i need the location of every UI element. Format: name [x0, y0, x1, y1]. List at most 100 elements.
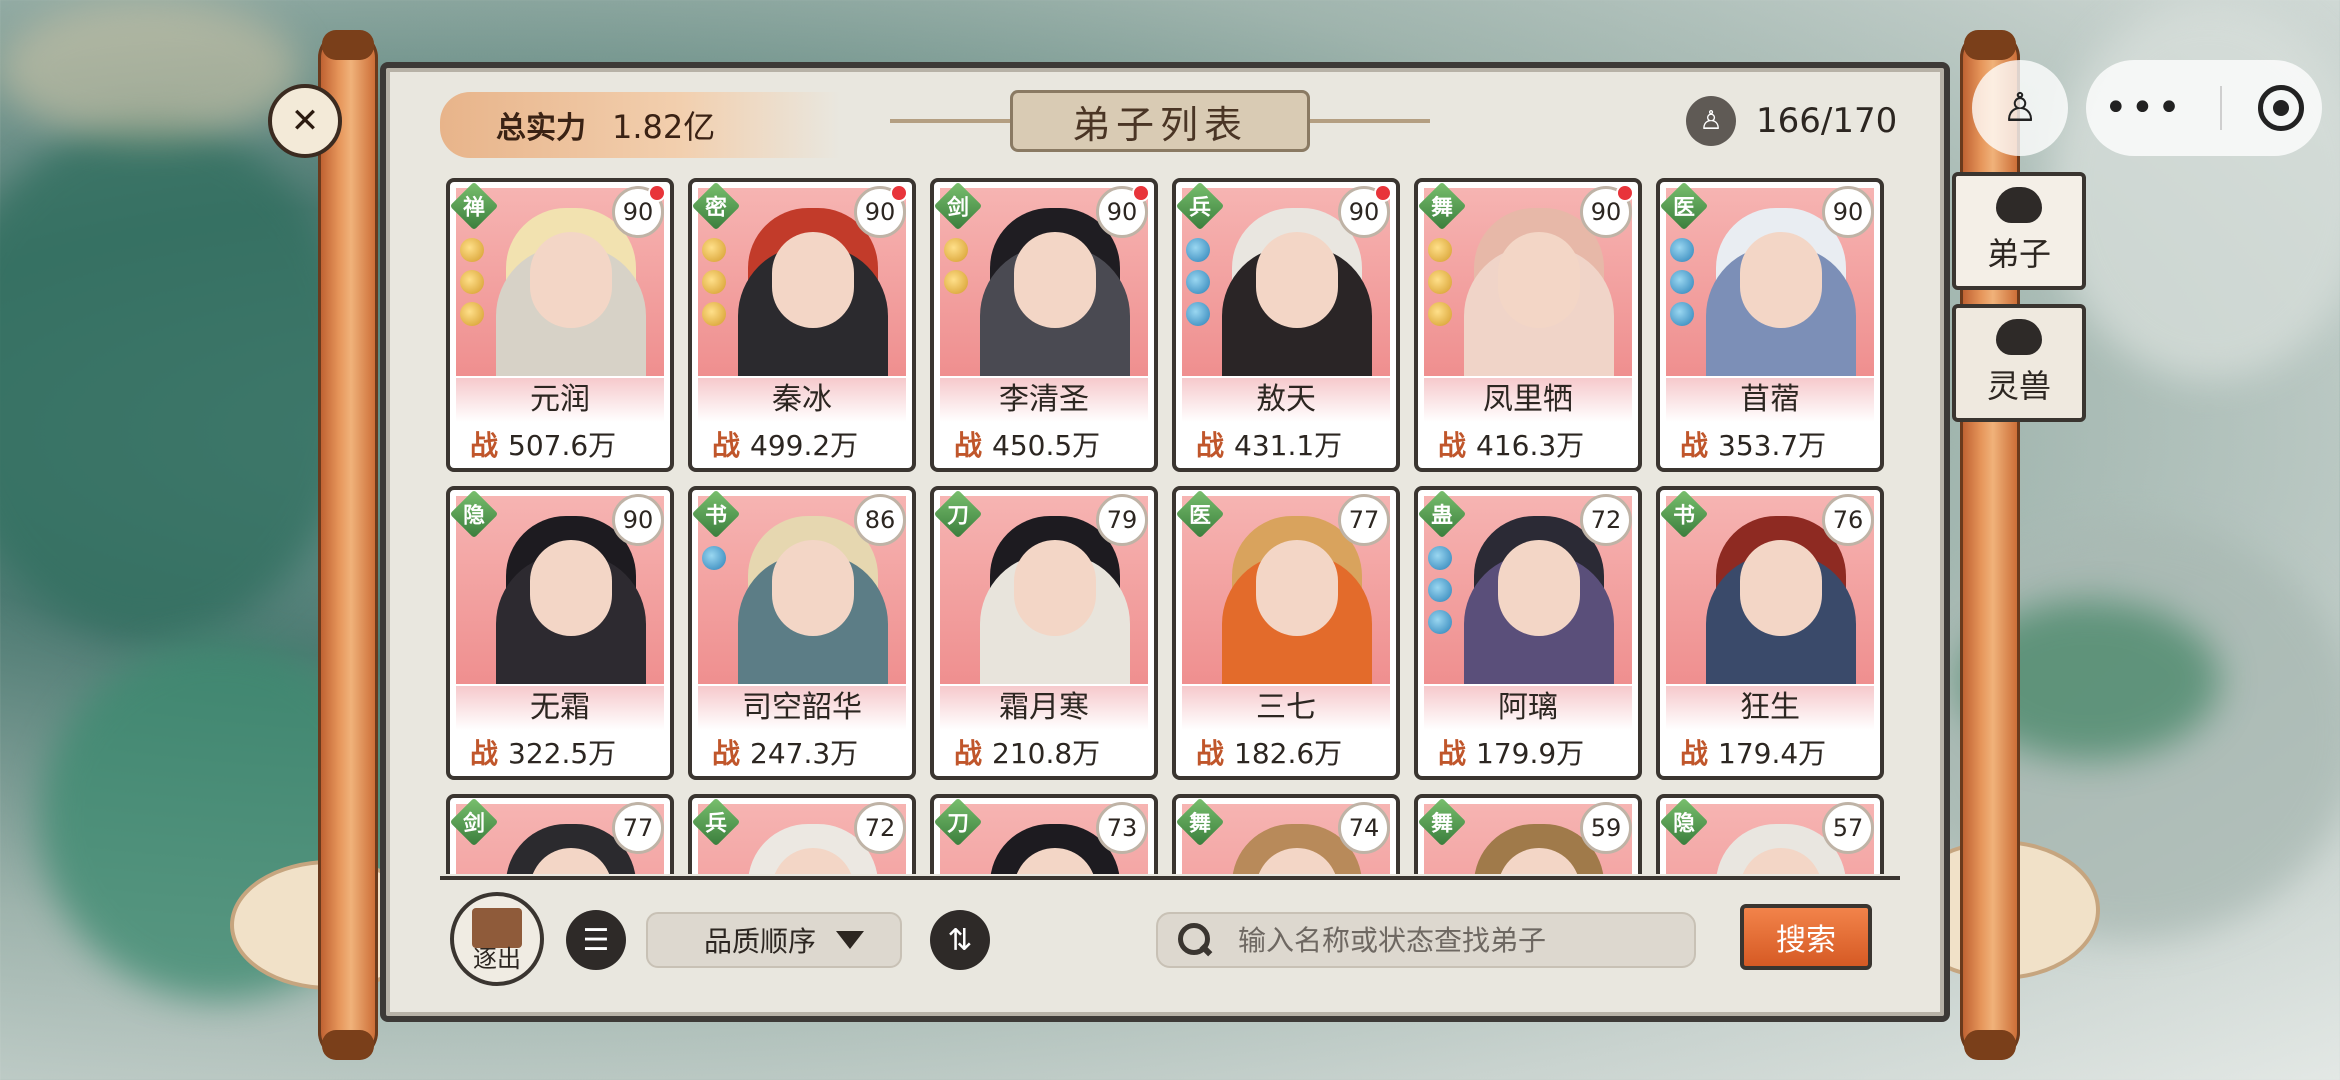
- swap-vertical-icon[interactable]: ⇅: [930, 910, 990, 970]
- pip-icon: [1670, 270, 1694, 294]
- total-power-banner: 总实力 1.82亿: [440, 92, 840, 158]
- pip-icon: [460, 270, 484, 294]
- disciple-name: 狂生: [1666, 686, 1874, 730]
- power-value: 431.1万: [1234, 429, 1343, 462]
- more-dots-icon[interactable]: •••: [2104, 88, 2184, 128]
- pip-icon: [944, 270, 968, 294]
- disciple-name: 霜月寒: [940, 686, 1148, 730]
- profile-button[interactable]: ♙: [1972, 60, 2068, 156]
- disciple-card[interactable]: 刀 73: [930, 794, 1158, 874]
- hammer-icon[interactable]: ✕: [268, 84, 342, 158]
- disciple-card[interactable]: 隐 57: [1656, 794, 1884, 874]
- level-badge: 72: [1580, 494, 1632, 546]
- disciple-card[interactable]: 舞 59: [1414, 794, 1642, 874]
- tab-spirit-beasts[interactable]: 灵兽: [1952, 304, 2086, 422]
- pip-icon: [702, 270, 726, 294]
- chevron-down-icon: [836, 931, 864, 949]
- disciple-power: 战 210.8万: [940, 734, 1148, 774]
- power-label: 战: [954, 737, 983, 770]
- pip-icon: [1428, 302, 1452, 326]
- power-label: 战: [470, 429, 499, 462]
- disciple-card[interactable]: 医 90 苜蓿战 353.7万: [1656, 178, 1884, 472]
- disciple-card[interactable]: 密 90 秦冰战 499.2万: [688, 178, 916, 472]
- level-badge: 90: [1822, 186, 1874, 238]
- power-value: 210.8万: [992, 737, 1101, 770]
- disciple-name: 司空韶华: [698, 686, 906, 730]
- power-value: 353.7万: [1718, 429, 1827, 462]
- power-label: 战: [1438, 737, 1467, 770]
- disciple-card[interactable]: 禅 90 元润战 507.6万: [446, 178, 674, 472]
- star-pips: [1428, 546, 1454, 642]
- expel-button[interactable]: 逐出: [450, 892, 544, 986]
- level-badge: 77: [1338, 494, 1390, 546]
- disciple-card[interactable]: 书 86 司空韶华战 247.3万: [688, 486, 916, 780]
- pip-icon: [460, 238, 484, 262]
- target-icon[interactable]: [2257, 85, 2304, 131]
- search-input[interactable]: [1238, 923, 1678, 957]
- notification-dot: [890, 184, 908, 202]
- power-label: 战: [712, 429, 741, 462]
- disciple-card[interactable]: 医 77 三七战 182.6万: [1172, 486, 1400, 780]
- star-pips: [702, 546, 728, 578]
- search-field[interactable]: [1156, 912, 1696, 968]
- disciple-card[interactable]: 刀 79 霜月寒战 210.8万: [930, 486, 1158, 780]
- power-label: 战: [1680, 737, 1709, 770]
- disciple-card[interactable]: 蛊 72 阿璃战 179.9万: [1414, 486, 1642, 780]
- disciple-card[interactable]: 隐 90 无霜战 322.5万: [446, 486, 674, 780]
- level-badge: 74: [1338, 802, 1390, 854]
- disciple-grid[interactable]: 禅 90 元润战 507.6万密 90 秦冰战 499.2万剑 90 李清圣战 450.5万兵 90…: [446, 178, 1896, 874]
- disciple-power: 战 450.5万: [940, 426, 1148, 466]
- background-map-area: [0, 120, 360, 640]
- tab-disciples[interactable]: 弟子: [1952, 172, 2086, 290]
- sort-order-select[interactable]: 品质顺序: [646, 912, 902, 968]
- disciple-card[interactable]: 舞 74: [1172, 794, 1400, 874]
- level-badge: 79: [1096, 494, 1148, 546]
- person-icon: ♙: [2002, 85, 2038, 131]
- tab-disciples-label: 弟子: [1986, 235, 2051, 273]
- disciple-power: 战 179.9万: [1424, 734, 1632, 774]
- disciple-name: 李清圣: [940, 378, 1148, 422]
- disciple-card[interactable]: 剑 77: [446, 794, 674, 874]
- pip-icon: [1428, 546, 1452, 570]
- disciple-card[interactable]: 书 76 狂生战 179.4万: [1656, 486, 1884, 780]
- disciple-card[interactable]: 剑 90 李清圣战 450.5万: [930, 178, 1158, 472]
- total-power-value: 1.82亿: [612, 108, 716, 146]
- disciple-card[interactable]: 兵 72: [688, 794, 916, 874]
- level-badge: 86: [854, 494, 906, 546]
- power-label: 战: [1196, 429, 1225, 462]
- search-button[interactable]: 搜索: [1740, 904, 1872, 970]
- disciple-power: 战 416.3万: [1424, 426, 1632, 466]
- disciple-card[interactable]: 兵 90 敖天战 431.1万: [1172, 178, 1400, 472]
- star-pips: [1670, 238, 1696, 334]
- system-capsule: •••: [2086, 60, 2322, 156]
- power-value: 416.3万: [1476, 429, 1585, 462]
- disciple-power: 战 507.6万: [456, 426, 664, 466]
- level-badge: 90: [612, 494, 664, 546]
- pip-icon: [1670, 238, 1694, 262]
- sort-order-value: 品质顺序: [703, 925, 816, 958]
- disciple-name: 苜蓿: [1666, 378, 1874, 422]
- total-power-label: 总实力: [496, 111, 586, 146]
- star-pips: [1428, 238, 1454, 334]
- mask-icon: [1996, 187, 2042, 223]
- power-value: 322.5万: [508, 737, 617, 770]
- disciple-power: 战 322.5万: [456, 734, 664, 774]
- background-map-area: [0, 0, 300, 140]
- pip-icon: [1186, 270, 1210, 294]
- capsule-divider: [2219, 86, 2222, 130]
- disciple-card[interactable]: 舞 90 凤里牺战 416.3万: [1414, 178, 1642, 472]
- power-value: 179.9万: [1476, 737, 1585, 770]
- person-icon: ♙: [1686, 96, 1736, 146]
- pip-icon: [944, 238, 968, 262]
- pip-icon: [1186, 302, 1210, 326]
- notification-dot: [648, 184, 666, 202]
- disciple-power: 战 431.1万: [1182, 426, 1390, 466]
- disciple-name: 敖天: [1182, 378, 1390, 422]
- pip-icon: [460, 302, 484, 326]
- disciple-power: 战 247.3万: [698, 734, 906, 774]
- filter-list-icon[interactable]: ☰: [566, 910, 626, 970]
- disciple-name: 秦冰: [698, 378, 906, 422]
- pip-icon: [1428, 270, 1452, 294]
- star-pips: [460, 238, 486, 334]
- power-label: 战: [954, 429, 983, 462]
